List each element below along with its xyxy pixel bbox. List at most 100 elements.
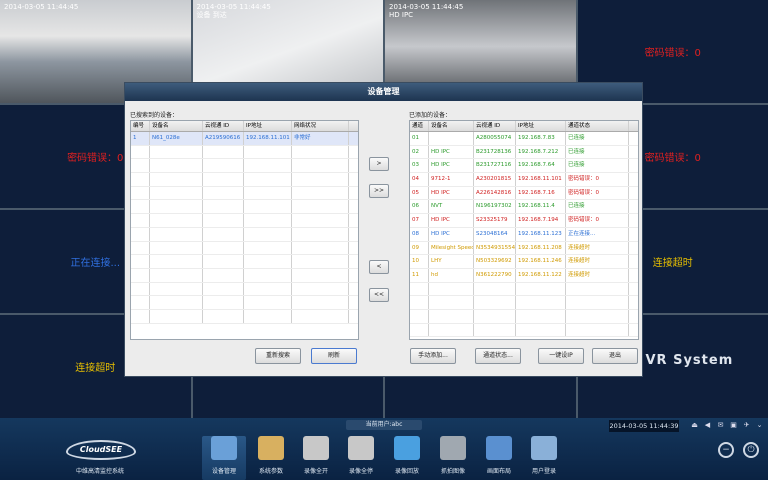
column-header[interactable]: IP地址 xyxy=(516,121,566,131)
taskbar-button[interactable]: 抓拍图像 xyxy=(431,436,475,480)
table-cell: N3534931554 xyxy=(474,241,516,255)
table-cell: N61_028e xyxy=(150,132,203,145)
added-devices-table[interactable]: 通道 设备名 云视通 ID IP地址 通道状态 01 A280055074 192.168.… xyxy=(409,120,639,340)
column-header[interactable]: 编号 xyxy=(131,121,150,131)
table-cell: HD IPC xyxy=(429,227,474,241)
taskbar-label: 系统参数 xyxy=(258,468,283,475)
table-cell: B231727116 xyxy=(474,159,516,173)
table-cell: 连接超时 xyxy=(566,255,629,268)
channel-status-button[interactable]: 通道状态... xyxy=(475,348,521,364)
remove-one-button[interactable]: < xyxy=(369,260,389,274)
eject-icon[interactable]: ⏏ xyxy=(690,421,699,430)
minimize-icon[interactable]: − xyxy=(718,442,734,458)
column-header[interactable]: 云视通 ID xyxy=(474,121,516,131)
camera-timestamp: 2014-03-05 11:44:45 HD IPC xyxy=(389,3,464,19)
current-user-label: 当前用户:abc xyxy=(346,420,422,430)
refresh-button[interactable]: 刷新 xyxy=(311,348,357,364)
empty-row xyxy=(131,186,358,201)
taskbar-button[interactable]: 设备管理 xyxy=(202,436,246,480)
table-row[interactable]: 1 N61_028e A219590616 192.168.11.101 非常好 xyxy=(131,132,358,146)
taskbar-button[interactable]: 录像回放 xyxy=(385,436,429,480)
table-cell: 密码错误：0 xyxy=(566,186,629,200)
nvr-system-text: VR System xyxy=(645,353,734,368)
taskbar-label: 画面布局 xyxy=(486,468,511,475)
table-header: 编号 设备名 云视通 ID IP地址 网络状况 xyxy=(131,121,358,132)
table-cell: NVT xyxy=(429,200,474,214)
message-icon[interactable]: ▣ xyxy=(729,421,738,430)
power-icon[interactable]: ⏻ xyxy=(743,442,759,458)
searched-devices-table[interactable]: 编号 设备名 云视通 ID IP地址 网络状况 1 N61_028e A219590616 1… xyxy=(130,120,359,340)
taskbar-button[interactable]: 用户登录 xyxy=(522,436,566,480)
table-cell: HD IPC xyxy=(429,159,474,173)
volume-icon[interactable]: ◀ xyxy=(703,421,712,430)
table-cell: N503329692 xyxy=(474,255,516,268)
table-row[interactable]: 10 LHY N503329692 192.168.11.246 连接超时 xyxy=(410,255,638,269)
empty-row xyxy=(131,296,358,310)
table-row[interactable]: 07 HD IPC S23325179 192.168.7.194 密码错误：0 xyxy=(410,214,638,228)
table-row[interactable]: 02 HD IPC B231728136 192.168.7.212 已连接 xyxy=(410,145,638,160)
one-key-ip-button[interactable]: 一键设IP xyxy=(538,348,584,364)
table-cell: 192.168.7.212 xyxy=(516,145,566,159)
taskbar-label: 设备管理 xyxy=(211,468,236,475)
taskbar-label: 用户登录 xyxy=(531,468,556,475)
exit-button[interactable]: 退出 xyxy=(592,348,638,364)
table-row[interactable]: 03 HD IPC B231727116 192.168.7.64 已连接 xyxy=(410,159,638,174)
layout-icon xyxy=(486,436,512,460)
research-button[interactable]: 重新搜索 xyxy=(255,348,301,364)
table-cell: 04 xyxy=(410,173,429,186)
table-cell: 11 xyxy=(410,268,429,282)
manual-add-button[interactable]: 手动添加... xyxy=(410,348,456,364)
column-header[interactable]: 设备名 xyxy=(150,121,203,131)
table-cell: 192.168.11.122 xyxy=(516,268,566,282)
taskbar-button[interactable]: 系统参数 xyxy=(249,436,293,480)
camera-timestamp: 2014-03-05 11:44:45 设备 到达 xyxy=(196,3,271,19)
table-cell: HD IPC xyxy=(429,145,474,159)
table-cell: S23325179 xyxy=(474,214,516,227)
empty-row xyxy=(131,309,358,324)
mail-icon[interactable]: ✉ xyxy=(716,421,725,430)
table-cell: B231728136 xyxy=(474,145,516,159)
table-cell: 非常好 xyxy=(292,132,349,145)
table-cell: 密码错误：0 xyxy=(566,214,629,227)
remove-all-button[interactable]: << xyxy=(369,288,389,302)
empty-row xyxy=(131,255,358,269)
taskbar-button[interactable]: 录像全停 xyxy=(339,436,383,480)
table-row[interactable]: 11 hd N361222790 192.168.11.122 连接超时 xyxy=(410,268,638,283)
table-row[interactable]: 08 HD IPC S23048164 192.168.11.123 正在连接... xyxy=(410,227,638,242)
table-row[interactable]: 09 Milesight Speed N3534931554 192.168.11.2… xyxy=(410,241,638,256)
table-cell: 192.168.7.16 xyxy=(516,186,566,200)
column-header[interactable]: 通道状态 xyxy=(566,121,629,131)
column-header[interactable]: 云视通 ID xyxy=(203,121,244,131)
table-cell: 192.168.11.246 xyxy=(516,255,566,268)
table-cell: 正在连接... xyxy=(566,227,629,241)
channel-status-text: 密码错误：0 xyxy=(644,153,701,164)
empty-row xyxy=(131,241,358,256)
taskbar-button[interactable]: 画面布局 xyxy=(477,436,521,480)
column-header[interactable]: 网络状况 xyxy=(292,121,349,131)
user-login-icon xyxy=(531,436,557,460)
empty-row xyxy=(131,200,358,215)
table-cell: Milesight Speed xyxy=(429,241,474,255)
empty-row xyxy=(410,309,638,324)
table-row[interactable]: 05 HD IPC A226142816 192.168.7.16 密码错误：0 xyxy=(410,186,638,201)
column-header[interactable]: 设备名 xyxy=(429,121,474,131)
table-row[interactable]: 04 9712-1 A230201815 192.168.11.101 密码错误：0 xyxy=(410,173,638,187)
tools-icon xyxy=(258,436,284,460)
taskbar-label: 抓拍图像 xyxy=(440,468,465,475)
pin-icon[interactable]: ✈ xyxy=(742,421,751,430)
taskbar-label: 录像全停 xyxy=(348,468,373,475)
table-row[interactable]: 06 NVT N196197302 192.168.11.4 已连接 xyxy=(410,200,638,215)
column-header[interactable]: 通道 xyxy=(410,121,429,131)
expand-icon[interactable]: ⌄ xyxy=(755,421,764,430)
table-cell: 192.168.11.101 xyxy=(516,173,566,186)
add-all-button[interactable]: >> xyxy=(369,184,389,198)
empty-row xyxy=(410,296,638,310)
table-row[interactable]: 01 A280055074 192.168.7.83 已连接 xyxy=(410,132,638,146)
table-cell: 01 xyxy=(410,132,429,145)
column-header[interactable]: IP地址 xyxy=(244,121,292,131)
table-cell: 02 xyxy=(410,145,429,159)
camera-timestamp: 2014-03-05 11:44:45 xyxy=(4,3,79,11)
add-one-button[interactable]: > xyxy=(369,157,389,171)
table-cell: A280055074 xyxy=(474,132,516,145)
taskbar-button[interactable]: 录像全开 xyxy=(294,436,338,480)
